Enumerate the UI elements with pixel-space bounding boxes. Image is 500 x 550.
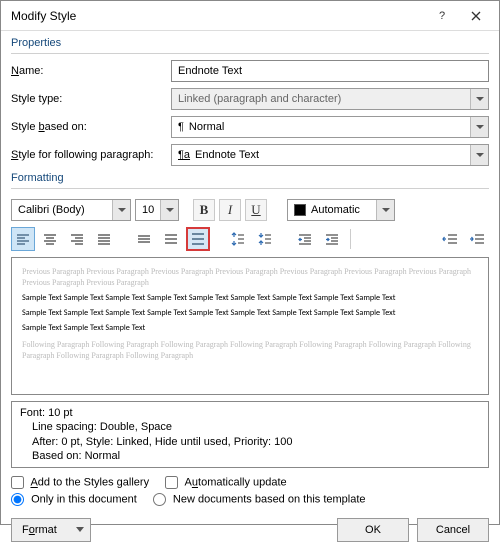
pilcrow-icon: ¶ [178,121,184,133]
chevron-down-icon [118,208,126,212]
spacing-1-5-icon [164,233,178,245]
based-on-label: Style based on: [11,121,171,133]
desc-line: Font: 10 pt [20,406,480,420]
name-label: Name: [11,65,171,77]
preview-previous-text: Previous Paragraph Previous Paragraph Pr… [22,266,478,288]
chevron-down-icon [476,97,484,101]
divider [11,53,489,54]
close-icon [471,11,481,21]
close-button[interactable] [459,5,493,27]
font-color-combo[interactable]: Automatic [287,199,395,221]
following-value: ¶a Endnote Text [172,145,470,165]
format-menu-button[interactable]: Format [11,518,91,542]
help-button[interactable]: ? [425,5,459,27]
align-right-button[interactable] [65,227,89,251]
increase-indent-button[interactable] [465,227,489,251]
button-bar: Format OK Cancel [1,510,499,550]
based-on-combo[interactable]: ¶ Normal [171,116,489,138]
properties-header: Properties [1,31,499,51]
formatting-header: Formatting [1,166,499,186]
align-left-button[interactable] [11,227,35,251]
following-combo[interactable]: ¶a Endnote Text [171,144,489,166]
menu-down-icon [76,527,84,533]
preview-sample-line: Sample Text Sample Text Sample Text Samp… [22,309,478,318]
cancel-button[interactable]: Cancel [417,518,489,542]
title-bar: Modify Style ? [1,1,499,31]
font-combo[interactable]: Calibri (Body) [11,199,131,221]
style-type-combo: Linked (paragraph and character) [171,88,489,110]
preview-pane: Previous Paragraph Previous Paragraph Pr… [11,257,489,395]
based-on-dropdown-btn[interactable] [470,117,488,137]
spacing-2-icon [191,233,205,245]
indent-dec-button[interactable] [293,227,317,251]
pilcrow-a-icon: ¶a [178,149,190,161]
line-spacing-2-button[interactable] [186,227,210,251]
divider [11,188,489,189]
spacing-1-icon [137,233,151,245]
properties-grid: Name: Style type: Linked (paragraph and … [1,60,499,166]
preview-sample-line: Sample Text Sample Text Sample Text [22,324,478,333]
style-type-dropdown-btn [470,89,488,109]
chevron-down-icon [476,125,484,129]
align-justify-icon [97,233,111,245]
desc-line: After: 0 pt, Style: Linked, Hide until u… [20,435,480,449]
chevron-down-icon [476,153,484,157]
color-swatch-icon [294,204,306,216]
options-area: Add to the Styles gallery Automatically … [1,468,499,506]
underline-button[interactable]: U [245,199,267,221]
font-size-combo[interactable]: 10 [135,199,179,221]
auto-update-checkbox[interactable]: Automatically update [165,476,287,489]
chevron-down-icon [166,208,174,212]
align-justify-button[interactable] [92,227,116,251]
add-gallery-checkbox[interactable]: Add to the Styles gallery [11,476,149,489]
space-before-dec-icon [258,232,272,246]
style-type-value: Linked (paragraph and character) [172,89,470,109]
following-dropdown-btn[interactable] [470,145,488,165]
align-right-icon [70,233,84,245]
space-before-dec-button[interactable] [253,227,277,251]
ok-button[interactable]: OK [337,518,409,542]
bold-button[interactable]: B [193,199,215,221]
only-document-radio[interactable]: Only in this document [11,493,137,506]
style-description: Font: 10 pt Line spacing: Double, Space … [11,401,489,468]
line-spacing-1-5-button[interactable] [159,227,183,251]
chevron-down-icon [382,208,390,212]
decrease-indent-icon [442,233,458,245]
italic-button[interactable]: I [219,199,241,221]
style-type-label: Style type: [11,93,171,105]
space-before-inc-icon [231,232,245,246]
indent-inc-icon [325,233,339,245]
space-before-inc-button[interactable] [226,227,250,251]
window-title: Modify Style [11,9,425,23]
decrease-indent-button[interactable] [438,227,462,251]
line-spacing-1-button[interactable] [132,227,156,251]
formatting-row-2 [1,225,499,257]
new-documents-radio[interactable]: New documents based on this template [153,493,366,506]
formatting-row-1: Calibri (Body) 10 B I U Automatic [1,195,499,225]
indent-dec-icon [298,233,312,245]
desc-line: Line spacing: Double, Space [20,420,480,434]
increase-indent-icon [469,233,485,245]
align-left-icon [16,233,30,245]
align-center-icon [43,233,57,245]
based-on-value: ¶ Normal [172,117,470,137]
align-center-button[interactable] [38,227,62,251]
preview-following-text: Following Paragraph Following Paragraph … [22,339,478,361]
separator [350,229,351,249]
indent-inc-button[interactable] [320,227,344,251]
desc-line: Based on: Normal [20,449,480,463]
name-input[interactable] [171,60,489,82]
preview-sample-line: Sample Text Sample Text Sample Text Samp… [22,294,478,303]
following-label: Style for following paragraph: [11,149,171,161]
